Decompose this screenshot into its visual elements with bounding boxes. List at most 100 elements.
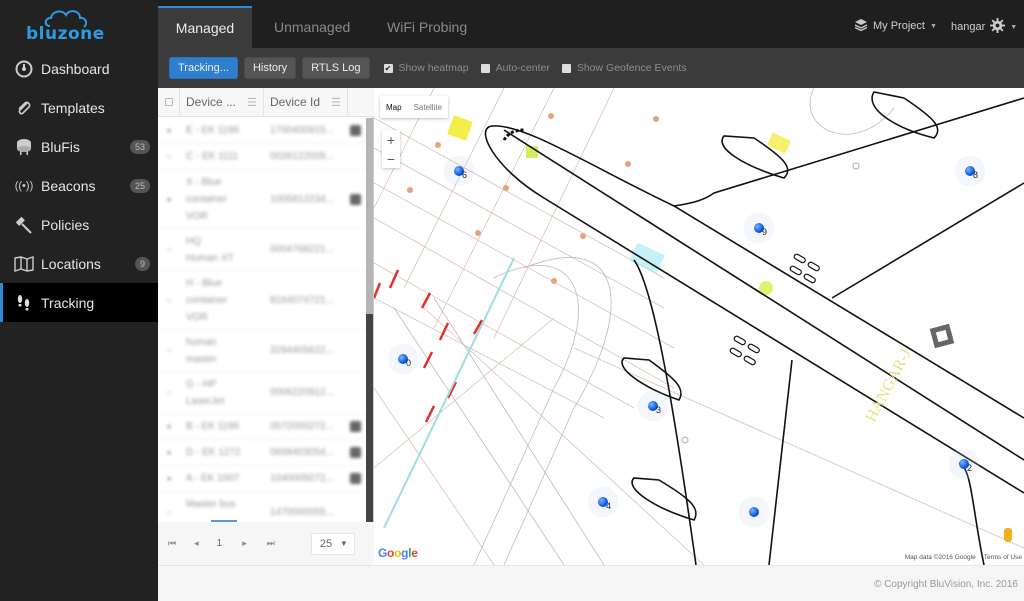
- row-status-icon: ○: [166, 346, 172, 355]
- map-type-satellite[interactable]: Satellite: [408, 96, 448, 118]
- row-tag-cell: [344, 473, 366, 484]
- history-button[interactable]: History: [243, 57, 297, 79]
- row-status-icon: ○: [166, 508, 172, 517]
- show-heatmap-checkbox[interactable]: ✔ Show heatmap: [383, 62, 469, 74]
- device-id-cell: 0668403054...: [270, 447, 334, 458]
- beacon-pin-4[interactable]: 4: [598, 497, 611, 511]
- table-row[interactable]: ○ HQ Human XT 0004768221...: [158, 229, 366, 271]
- column-menu-icon[interactable]: ☰: [331, 96, 341, 109]
- next-page-button[interactable]: ▸: [242, 538, 247, 549]
- column-menu-icon[interactable]: ☰: [247, 96, 257, 109]
- project-name: My Project: [873, 20, 925, 32]
- checkbox-checked[interactable]: ✔: [383, 63, 393, 73]
- prev-page-button[interactable]: ◂: [194, 538, 199, 549]
- page-footer: © Copyright BluVision, Inc. 2016: [158, 565, 1024, 601]
- zoom-out-button[interactable]: −: [387, 149, 395, 168]
- beacon-pin-3[interactable]: 3: [648, 401, 661, 415]
- tag-icon[interactable]: [349, 193, 361, 205]
- user-menu[interactable]: hangar ▼: [951, 18, 1017, 36]
- beacon-pin-6[interactable]: 6: [454, 166, 467, 180]
- beacon-pin-8[interactable]: 8: [965, 166, 978, 180]
- map-type-map[interactable]: Map: [380, 96, 408, 118]
- table-row[interactable]: ● D - EK 1272 0668403054...: [158, 440, 366, 466]
- row-status-icon: ○: [166, 152, 172, 161]
- table-body: ● E - EK 1196 1700400915... ○ C - EK 1111 002…: [158, 118, 366, 522]
- device-name-line: G - HP: [186, 378, 217, 390]
- map-view[interactable]: HANGAR-J Map Satellite + − 6 8 9 0 3 4 2…: [374, 88, 1024, 565]
- locations-count-badge: 9: [134, 256, 150, 271]
- sidebar-item-policies[interactable]: Policies: [0, 205, 158, 244]
- device-name-cell: B - EK 1196: [180, 418, 264, 435]
- chevron-down-icon: ▼: [1010, 23, 1018, 31]
- blufis-count-badge: 53: [129, 139, 150, 154]
- device-name-cell: HQ Human XT: [180, 233, 264, 267]
- sidebar-item-label: Templates: [41, 99, 105, 116]
- table-row[interactable]: ○ H - Blue container VOR 8164074721...: [158, 271, 366, 330]
- sidebar-item-locations[interactable]: Locations 9: [0, 244, 158, 283]
- device-name-line: human: [186, 336, 217, 348]
- column-device-id[interactable]: Device Id ☰: [264, 88, 348, 116]
- table-header: Device ... ☰ Device Id ☰: [158, 88, 374, 117]
- beacon-pin[interactable]: [749, 507, 759, 517]
- beacon-pin-9[interactable]: 9: [754, 223, 767, 237]
- table-row[interactable]: ● B - EK 1196 0572000272...: [158, 414, 366, 440]
- select-all-checkbox[interactable]: [158, 88, 180, 116]
- tracking-button[interactable]: Tracking...: [169, 57, 238, 79]
- device-name-cell: G - HP LaserJet: [180, 376, 264, 410]
- table-row[interactable]: ● E - EK 1196 1700400915...: [158, 118, 366, 144]
- beacon-pin-2[interactable]: 2: [959, 459, 972, 473]
- first-page-button[interactable]: ⏮: [168, 538, 176, 549]
- table-row[interactable]: ● X - Blue container VOR 1005812234...: [158, 170, 366, 229]
- page-size-select[interactable]: 25 ▼: [310, 532, 355, 555]
- row-status-icon: ○: [166, 295, 172, 305]
- table-row[interactable]: ● A - EK 1007 1040005072...: [158, 466, 366, 492]
- table-row[interactable]: ○ G - HP LaserJet 0006220912...: [158, 372, 366, 414]
- column-device-name[interactable]: Device ... ☰: [180, 88, 264, 116]
- device-name-line: A - EK 1007: [186, 473, 240, 484]
- sidebar-item-beacons[interactable]: ((•)) Beacons 25: [0, 166, 158, 205]
- terms-of-use-link[interactable]: Terms of Use: [984, 554, 1022, 561]
- tag-icon[interactable]: [349, 473, 361, 484]
- tag-icon[interactable]: [349, 125, 361, 136]
- tab-unmanaged[interactable]: Unmanaged: [274, 6, 350, 48]
- geofence-events-checkbox[interactable]: Show Geofence Events: [561, 62, 687, 74]
- device-name-line: VOR: [186, 210, 208, 222]
- tab-wifi-probing[interactable]: WiFi Probing: [387, 6, 467, 48]
- table-scrollbar[interactable]: [366, 118, 373, 522]
- zoom-in-button[interactable]: +: [387, 130, 395, 149]
- sidebar-item-tracking[interactable]: Tracking: [0, 283, 158, 322]
- bluzone-logo[interactable]: bluzone: [22, 6, 112, 44]
- street-view-pegman-icon[interactable]: [1004, 528, 1012, 542]
- device-name-line: H - Blue: [186, 277, 223, 289]
- device-id-cell: 3294405622...: [270, 345, 334, 356]
- beacon-pin-0[interactable]: 0: [398, 354, 411, 368]
- table-row[interactable]: ○ human master 3294405622...: [158, 330, 366, 372]
- sidebar-item-templates[interactable]: Templates: [0, 88, 158, 127]
- row-status-icon: ●: [166, 448, 172, 457]
- paperclip-icon: [14, 98, 34, 118]
- device-name-line: B - EK 1196: [186, 421, 240, 432]
- table-pager: ⏮ ◂ 1 ▸ ⏭ 25 ▼: [158, 522, 374, 565]
- row-tag-cell: [344, 447, 366, 458]
- device-id-cell: 1040005072...: [270, 473, 334, 484]
- table-row[interactable]: ○ Master bus... 1470000055...: [158, 492, 366, 523]
- sidebar-item-dashboard[interactable]: Dashboard: [0, 49, 158, 88]
- sidebar-item-label: BluFis: [41, 138, 80, 155]
- scrollbar-thumb[interactable]: [366, 314, 373, 522]
- sidebar-item-blufis[interactable]: BluFis 53: [0, 127, 158, 166]
- sidebar-item-label: Beacons: [41, 177, 96, 194]
- device-name-line: X - Blue: [186, 176, 222, 188]
- tag-icon[interactable]: [349, 421, 361, 432]
- last-page-button[interactable]: ⏭: [267, 538, 275, 549]
- row-status-icon: ○: [166, 388, 172, 397]
- device-id-cell: 0006220912...: [270, 387, 334, 398]
- rtls-log-button[interactable]: RTLS Log: [302, 57, 370, 79]
- tab-managed[interactable]: Managed: [158, 6, 252, 48]
- table-row[interactable]: ○ C - EK 1111 0026122009...: [158, 144, 366, 170]
- project-selector[interactable]: My Project ▼: [854, 18, 937, 34]
- checkbox-unchecked[interactable]: [480, 63, 490, 73]
- checkbox-unchecked[interactable]: [561, 63, 571, 73]
- tag-icon[interactable]: [349, 447, 361, 458]
- device-name-line: container: [186, 193, 228, 205]
- auto-center-checkbox[interactable]: Auto-center: [480, 62, 550, 74]
